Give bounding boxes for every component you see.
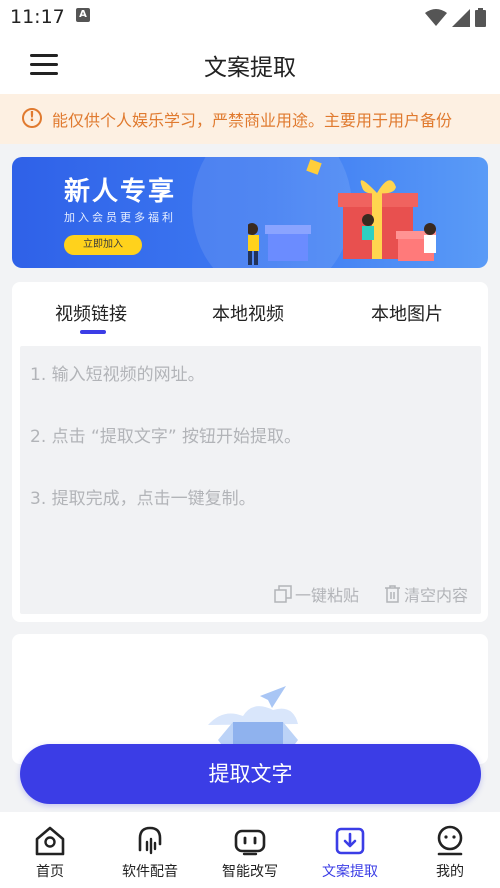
extract-card: 视频链接 本地视频 本地图片 1. 输入短视频的网址。 2. 点击 “提取文字”…	[12, 282, 488, 622]
trash-icon	[385, 585, 400, 603]
nav-voice[interactable]: 软件配音	[100, 812, 200, 888]
join-now-button[interactable]: 立即加入	[64, 235, 142, 255]
voice-icon	[138, 826, 162, 855]
bottom-nav: 首页 软件配音 智能改写 文案提取 我的	[0, 812, 500, 888]
home-icon	[35, 826, 65, 856]
tab-local-video[interactable]: 本地视频	[212, 300, 284, 326]
placeholder-line-3: 3. 提取完成，点击一键复制。	[30, 489, 256, 509]
nav-profile-label: 我的	[436, 864, 464, 880]
banner-title: 新人专享	[64, 177, 177, 207]
nav-extract-label: 文案提取	[322, 864, 378, 880]
status-time: 11:17	[10, 6, 65, 28]
notification-icon: A	[76, 8, 90, 22]
battery-icon	[475, 8, 486, 27]
notice-bar: ! 能仅供个人娱乐学习，严禁商业用途。主要用于用户备份	[0, 94, 500, 144]
paste-button[interactable]: 一键粘贴	[274, 582, 359, 606]
extract-icon	[335, 827, 365, 855]
copy-icon	[274, 585, 292, 603]
profile-icon	[437, 825, 463, 856]
nav-home[interactable]: 首页	[0, 812, 100, 888]
extract-text-button[interactable]: 提取文字	[20, 744, 481, 804]
tab-indicator	[80, 330, 106, 334]
clear-button[interactable]: 清空内容	[384, 582, 468, 606]
page-title: 文案提取	[204, 55, 296, 81]
nav-profile[interactable]: 我的	[400, 812, 500, 888]
wifi-icon	[425, 8, 447, 26]
nav-rewrite[interactable]: 智能改写	[200, 812, 300, 888]
system-icons	[425, 8, 486, 27]
notice-text: 能仅供个人娱乐学习，严禁商业用途。主要用于用户备份	[52, 111, 453, 130]
placeholder-line-1: 1. 输入短视频的网址。	[30, 365, 205, 385]
tab-local-image[interactable]: 本地图片	[371, 300, 443, 326]
banner-subtitle: 加入会员更多福利	[64, 211, 176, 224]
promo-banner[interactable]: 新人专享 加入会员更多福利 立即加入	[12, 157, 488, 268]
nav-voice-label: 软件配音	[122, 864, 178, 880]
status-bar: 11:17 A	[0, 0, 500, 34]
nav-home-label: 首页	[36, 864, 64, 880]
nav-rewrite-label: 智能改写	[222, 864, 278, 880]
gift-illustration	[248, 159, 436, 265]
robot-icon	[234, 829, 266, 856]
paste-label: 一键粘贴	[295, 586, 360, 605]
tab-video-link[interactable]: 视频链接	[55, 300, 127, 326]
url-input[interactable]: 1. 输入短视频的网址。 2. 点击 “提取文字” 按钮开始提取。 3. 提取完…	[20, 346, 481, 614]
signal-icon	[452, 8, 470, 27]
app-bar: 文案提取	[0, 34, 500, 94]
alert-circle-icon: !	[22, 108, 42, 128]
placeholder-line-2: 2. 点击 “提取文字” 按钮开始提取。	[30, 427, 302, 447]
clear-label: 清空内容	[404, 586, 469, 605]
nav-extract[interactable]: 文案提取	[300, 812, 400, 888]
